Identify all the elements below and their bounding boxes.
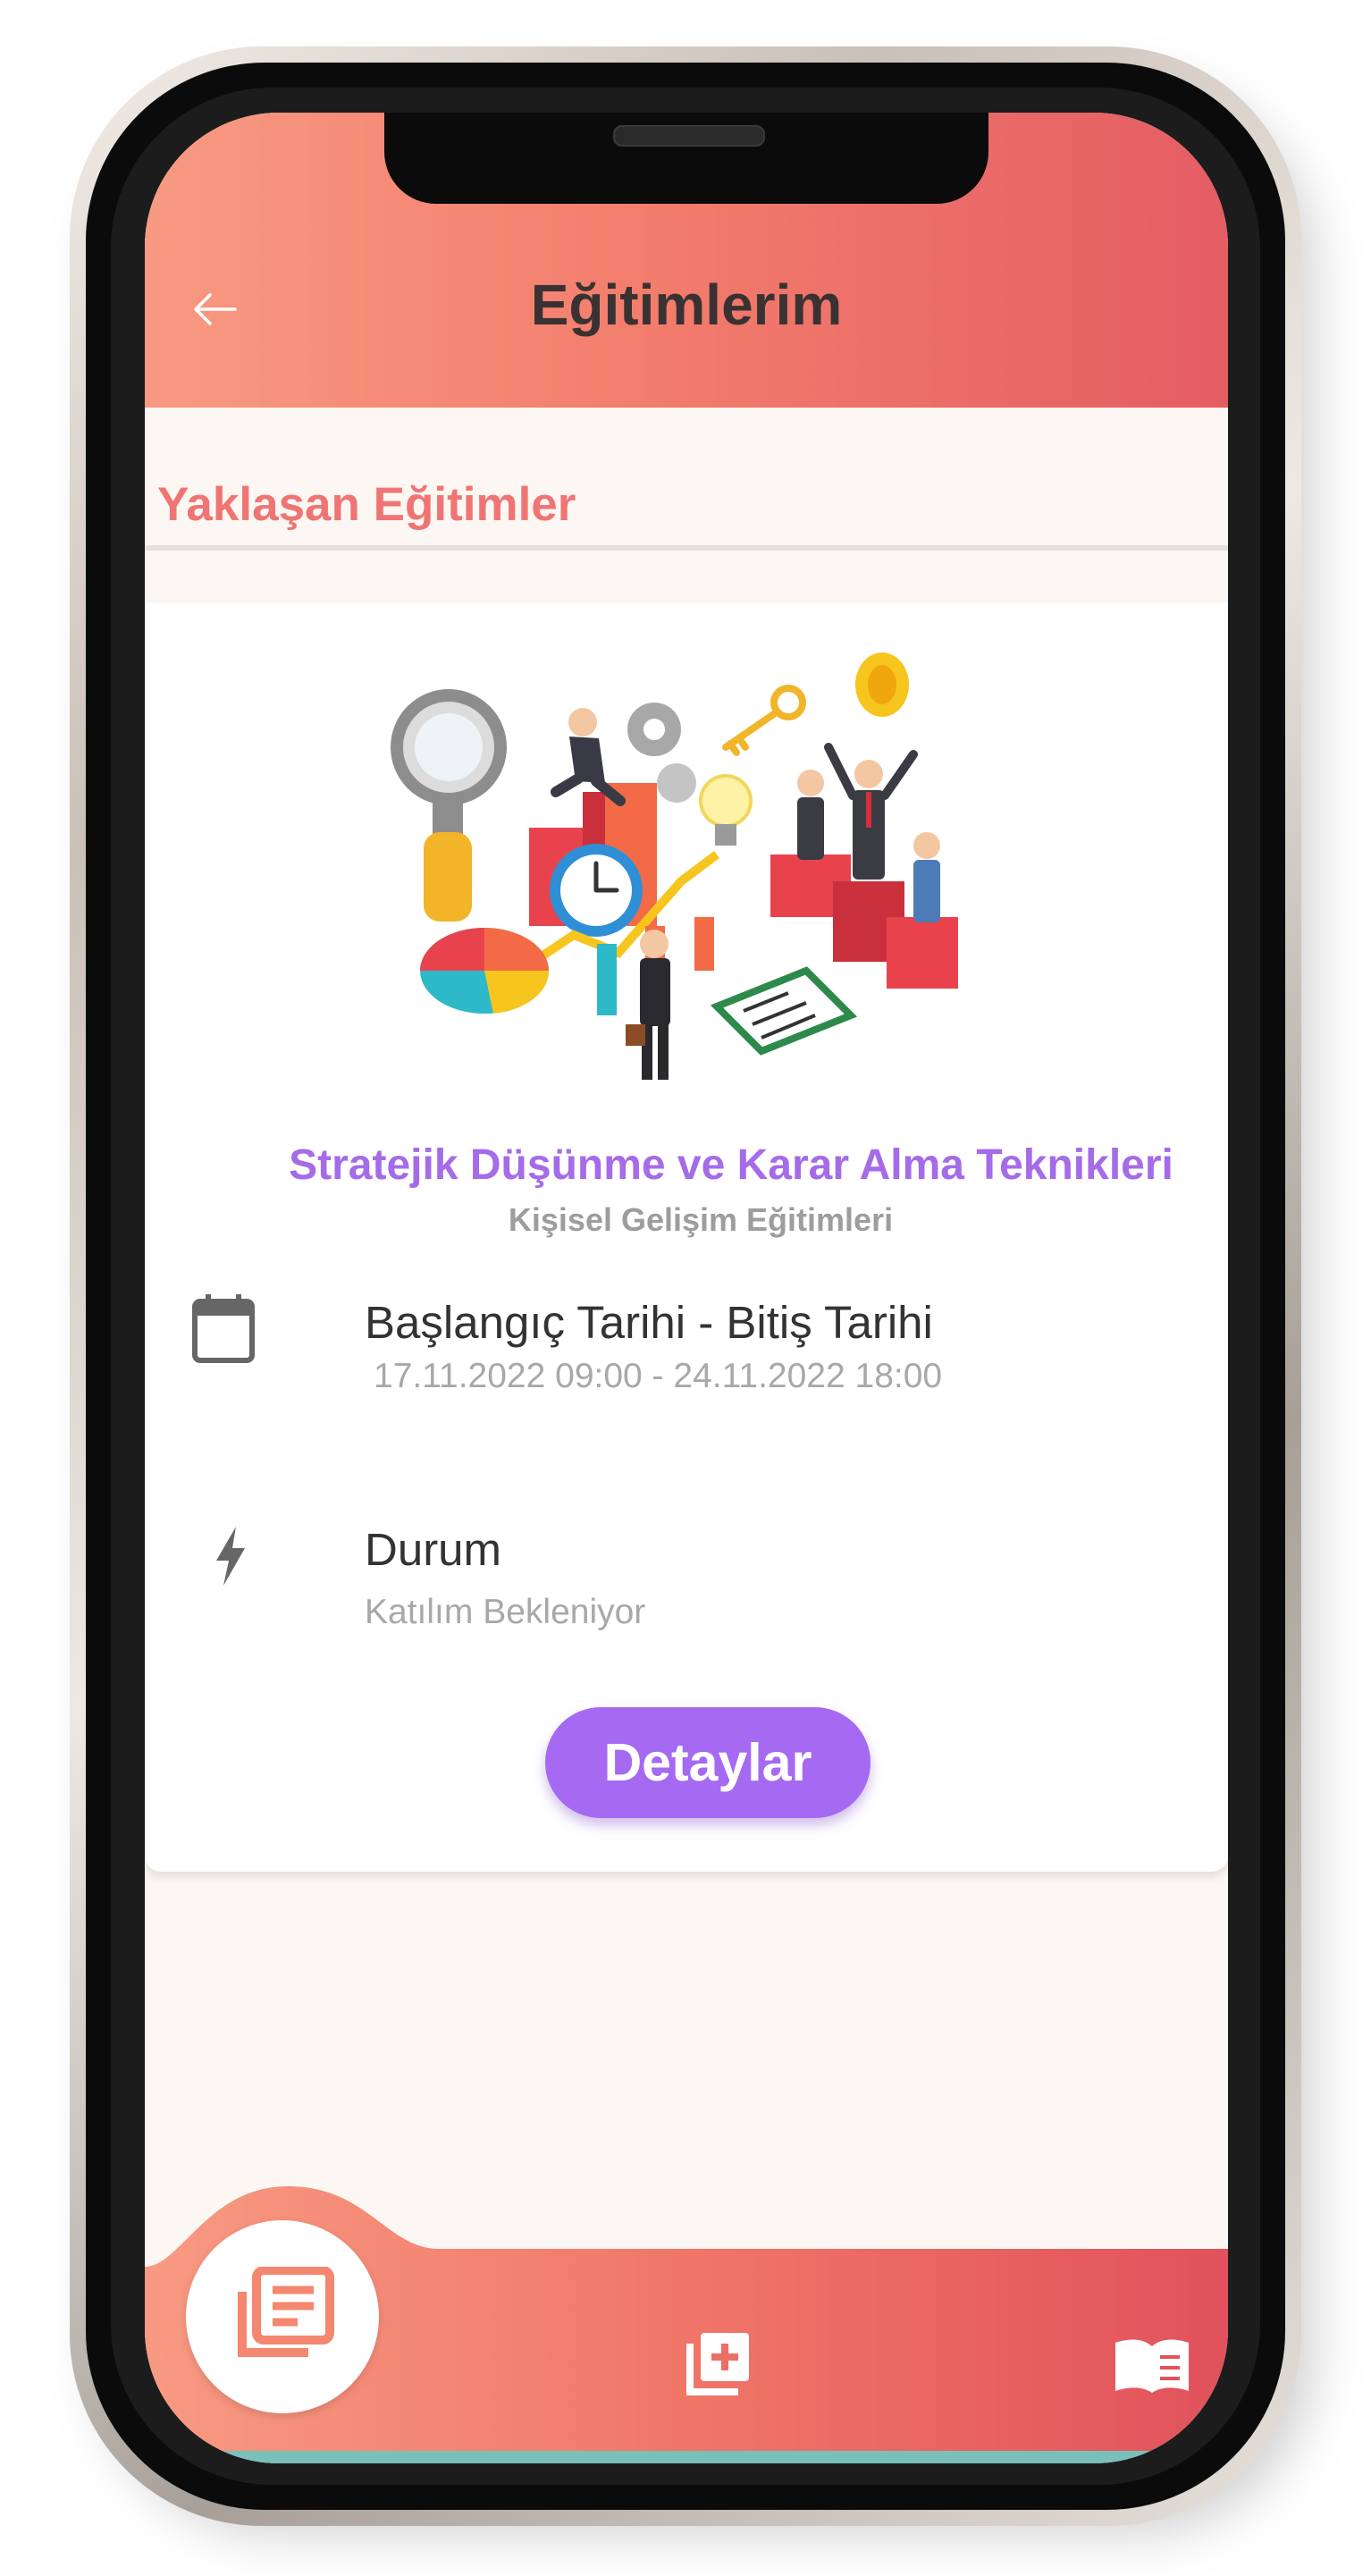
course-list-icon <box>238 2267 334 2357</box>
open-book-icon <box>1115 2339 1189 2393</box>
calendar-icon <box>192 1294 255 1363</box>
date-label: Başlangıç Tarihi - Bitiş Tarihi <box>365 1297 933 1348</box>
bottom-edge-strip <box>145 2451 1228 2463</box>
date-value: 17.11.2022 09:00 - 24.11.2022 18:00 <box>374 1357 943 1395</box>
phone-screen: Eğitimlerim Yaklaşan Eğitimler Stratejik… <box>145 113 1228 2463</box>
nav-library-button[interactable] <box>1112 2329 1192 2401</box>
course-title: Stratejik Düşünme ve Karar Alma Teknikle… <box>289 1141 1173 1189</box>
status-label: Durum <box>365 1524 502 1575</box>
nav-courses-button[interactable] <box>186 2220 379 2413</box>
lightning-icon <box>216 1527 245 1586</box>
section-title: Yaklaşan Eğitimler <box>157 478 576 531</box>
add-course-icon <box>686 2333 749 2395</box>
page-title: Eğitimlerim <box>530 273 843 337</box>
nav-add-course-button[interactable] <box>683 2328 754 2399</box>
course-category: Kişisel Gelişim Eğitimleri <box>508 1201 894 1238</box>
business-strategy-illustration <box>391 652 958 1080</box>
status-value: Katılım Bekleniyor <box>365 1593 646 1631</box>
details-button[interactable]: Detaylar <box>545 1707 871 1818</box>
earpiece-speaker <box>613 125 765 147</box>
